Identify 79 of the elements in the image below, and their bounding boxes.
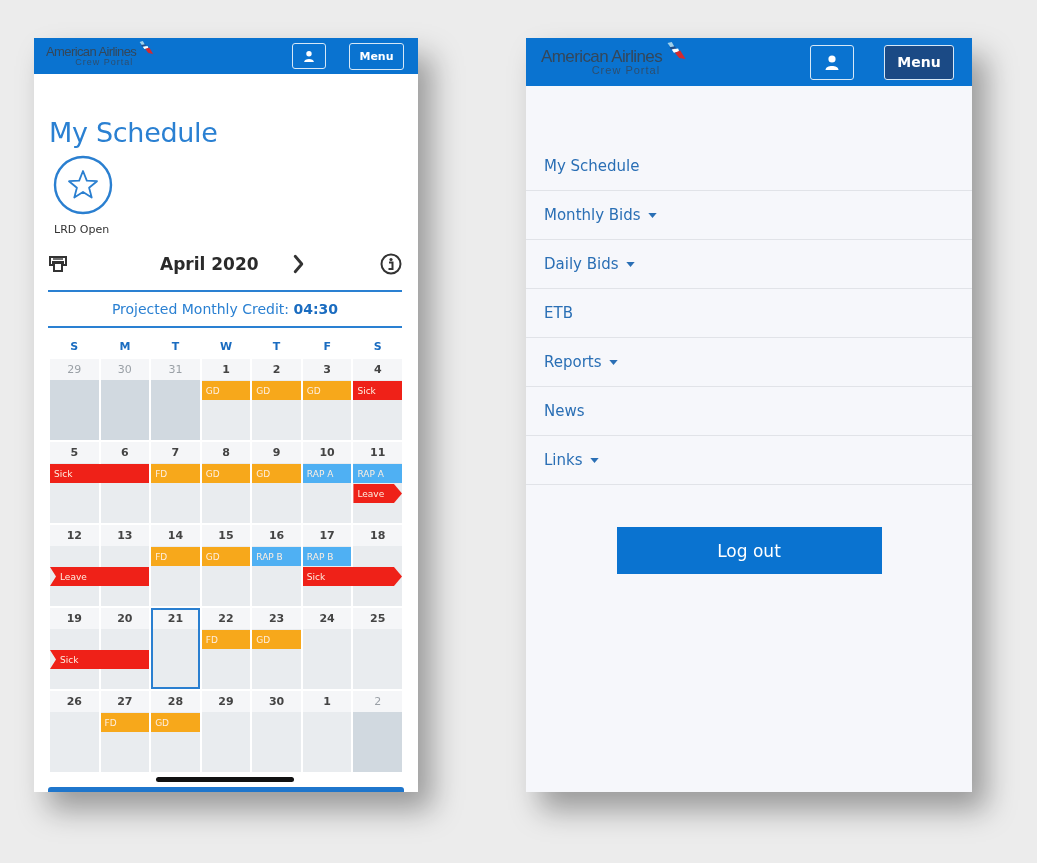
date-number: 3 [302, 359, 352, 380]
schedule-event[interactable]: Leave [353, 484, 402, 503]
date-number: 30 [252, 691, 301, 712]
date-number: 4 [353, 359, 402, 380]
date-number: 31 [151, 359, 200, 380]
weekday-label: T [271, 340, 282, 354]
date-number: 30 [100, 359, 150, 380]
date-number: 2 [353, 691, 402, 712]
user-button[interactable] [810, 44, 854, 80]
date-number: 26 [50, 691, 99, 712]
date-number: 23 [252, 608, 301, 629]
menu-button[interactable]: Menu [349, 42, 404, 70]
user-button[interactable] [292, 43, 326, 69]
date-number: 29 [50, 359, 99, 380]
date-number: 7 [151, 442, 200, 463]
date-number: 12 [50, 525, 99, 546]
menu-item[interactable]: News [526, 387, 972, 436]
badge-label: LRD Open [54, 223, 110, 236]
user-icon [303, 50, 315, 62]
date-number: 2 [252, 359, 301, 380]
date-number: 9 [252, 442, 301, 463]
info-icon[interactable] [380, 253, 402, 275]
schedule-event[interactable]: Sick [50, 650, 150, 669]
date-number: 27 [100, 691, 150, 712]
date-number: 8 [201, 442, 251, 463]
caret-icon [625, 261, 635, 267]
date-number: 29 [201, 691, 251, 712]
logo-text: American Airlines [46, 45, 137, 58]
date-number: 15 [201, 525, 251, 546]
weekday-label: M [118, 340, 132, 354]
date-number: 21 [151, 608, 200, 629]
menu-item[interactable]: Daily Bids [526, 240, 972, 289]
weekday-label: T [170, 340, 181, 354]
weekday-label: W [218, 340, 234, 354]
date-number: 17 [302, 525, 352, 546]
weekday-label: S [372, 340, 383, 354]
date-number: 25 [353, 608, 402, 629]
date-number: 16 [252, 525, 301, 546]
logo-subtitle: Crew Portal [591, 65, 661, 76]
date-number: 10 [302, 442, 352, 463]
menu-item[interactable]: My Schedule [526, 142, 972, 191]
month-title: April 2020 [160, 254, 259, 274]
logo-icon [138, 41, 155, 54]
date-number: 24 [302, 608, 352, 629]
date-number: 20 [100, 608, 150, 629]
menu-item[interactable]: Reports [526, 338, 972, 387]
user-icon [824, 54, 840, 70]
page-title: My Schedule [49, 116, 219, 150]
date-number: 1 [201, 359, 251, 380]
menu-button[interactable]: Menu [884, 44, 954, 80]
date-number: 1 [302, 691, 352, 712]
date-number: 13 [100, 525, 150, 546]
schedule-event[interactable]: Sick [353, 381, 402, 400]
caret-icon [608, 359, 618, 365]
date-number: 6 [100, 442, 150, 463]
date-number: 19 [50, 608, 99, 629]
date-number: 14 [151, 525, 200, 546]
menu-item[interactable]: Links [526, 436, 972, 485]
schedule-event[interactable]: Sick [50, 464, 150, 483]
schedule-event[interactable]: Sick [302, 567, 402, 586]
credit-text: Projected Monthly Credit: 04:30 [48, 290, 402, 328]
date-number: 28 [151, 691, 200, 712]
schedule-event[interactable]: Leave [50, 567, 150, 586]
chevron-right-icon[interactable] [292, 254, 304, 274]
logo-subtitle: Crew Portal [75, 58, 134, 67]
menu-item[interactable]: ETB [526, 289, 972, 338]
caret-icon [647, 212, 657, 218]
caret-icon [589, 457, 599, 463]
weekday-label: S [69, 340, 80, 354]
date-number: 18 [353, 525, 402, 546]
logo-text: American Airlines [541, 48, 663, 65]
logout-button[interactable]: Log out [616, 527, 882, 574]
logo-icon [665, 42, 688, 59]
date-number: 5 [50, 442, 99, 463]
print-icon[interactable] [48, 255, 68, 273]
date-number: 11 [353, 442, 402, 463]
weekday-label: F [322, 340, 332, 354]
date-number: 22 [201, 608, 251, 629]
menu-item[interactable]: Monthly Bids [526, 191, 972, 240]
